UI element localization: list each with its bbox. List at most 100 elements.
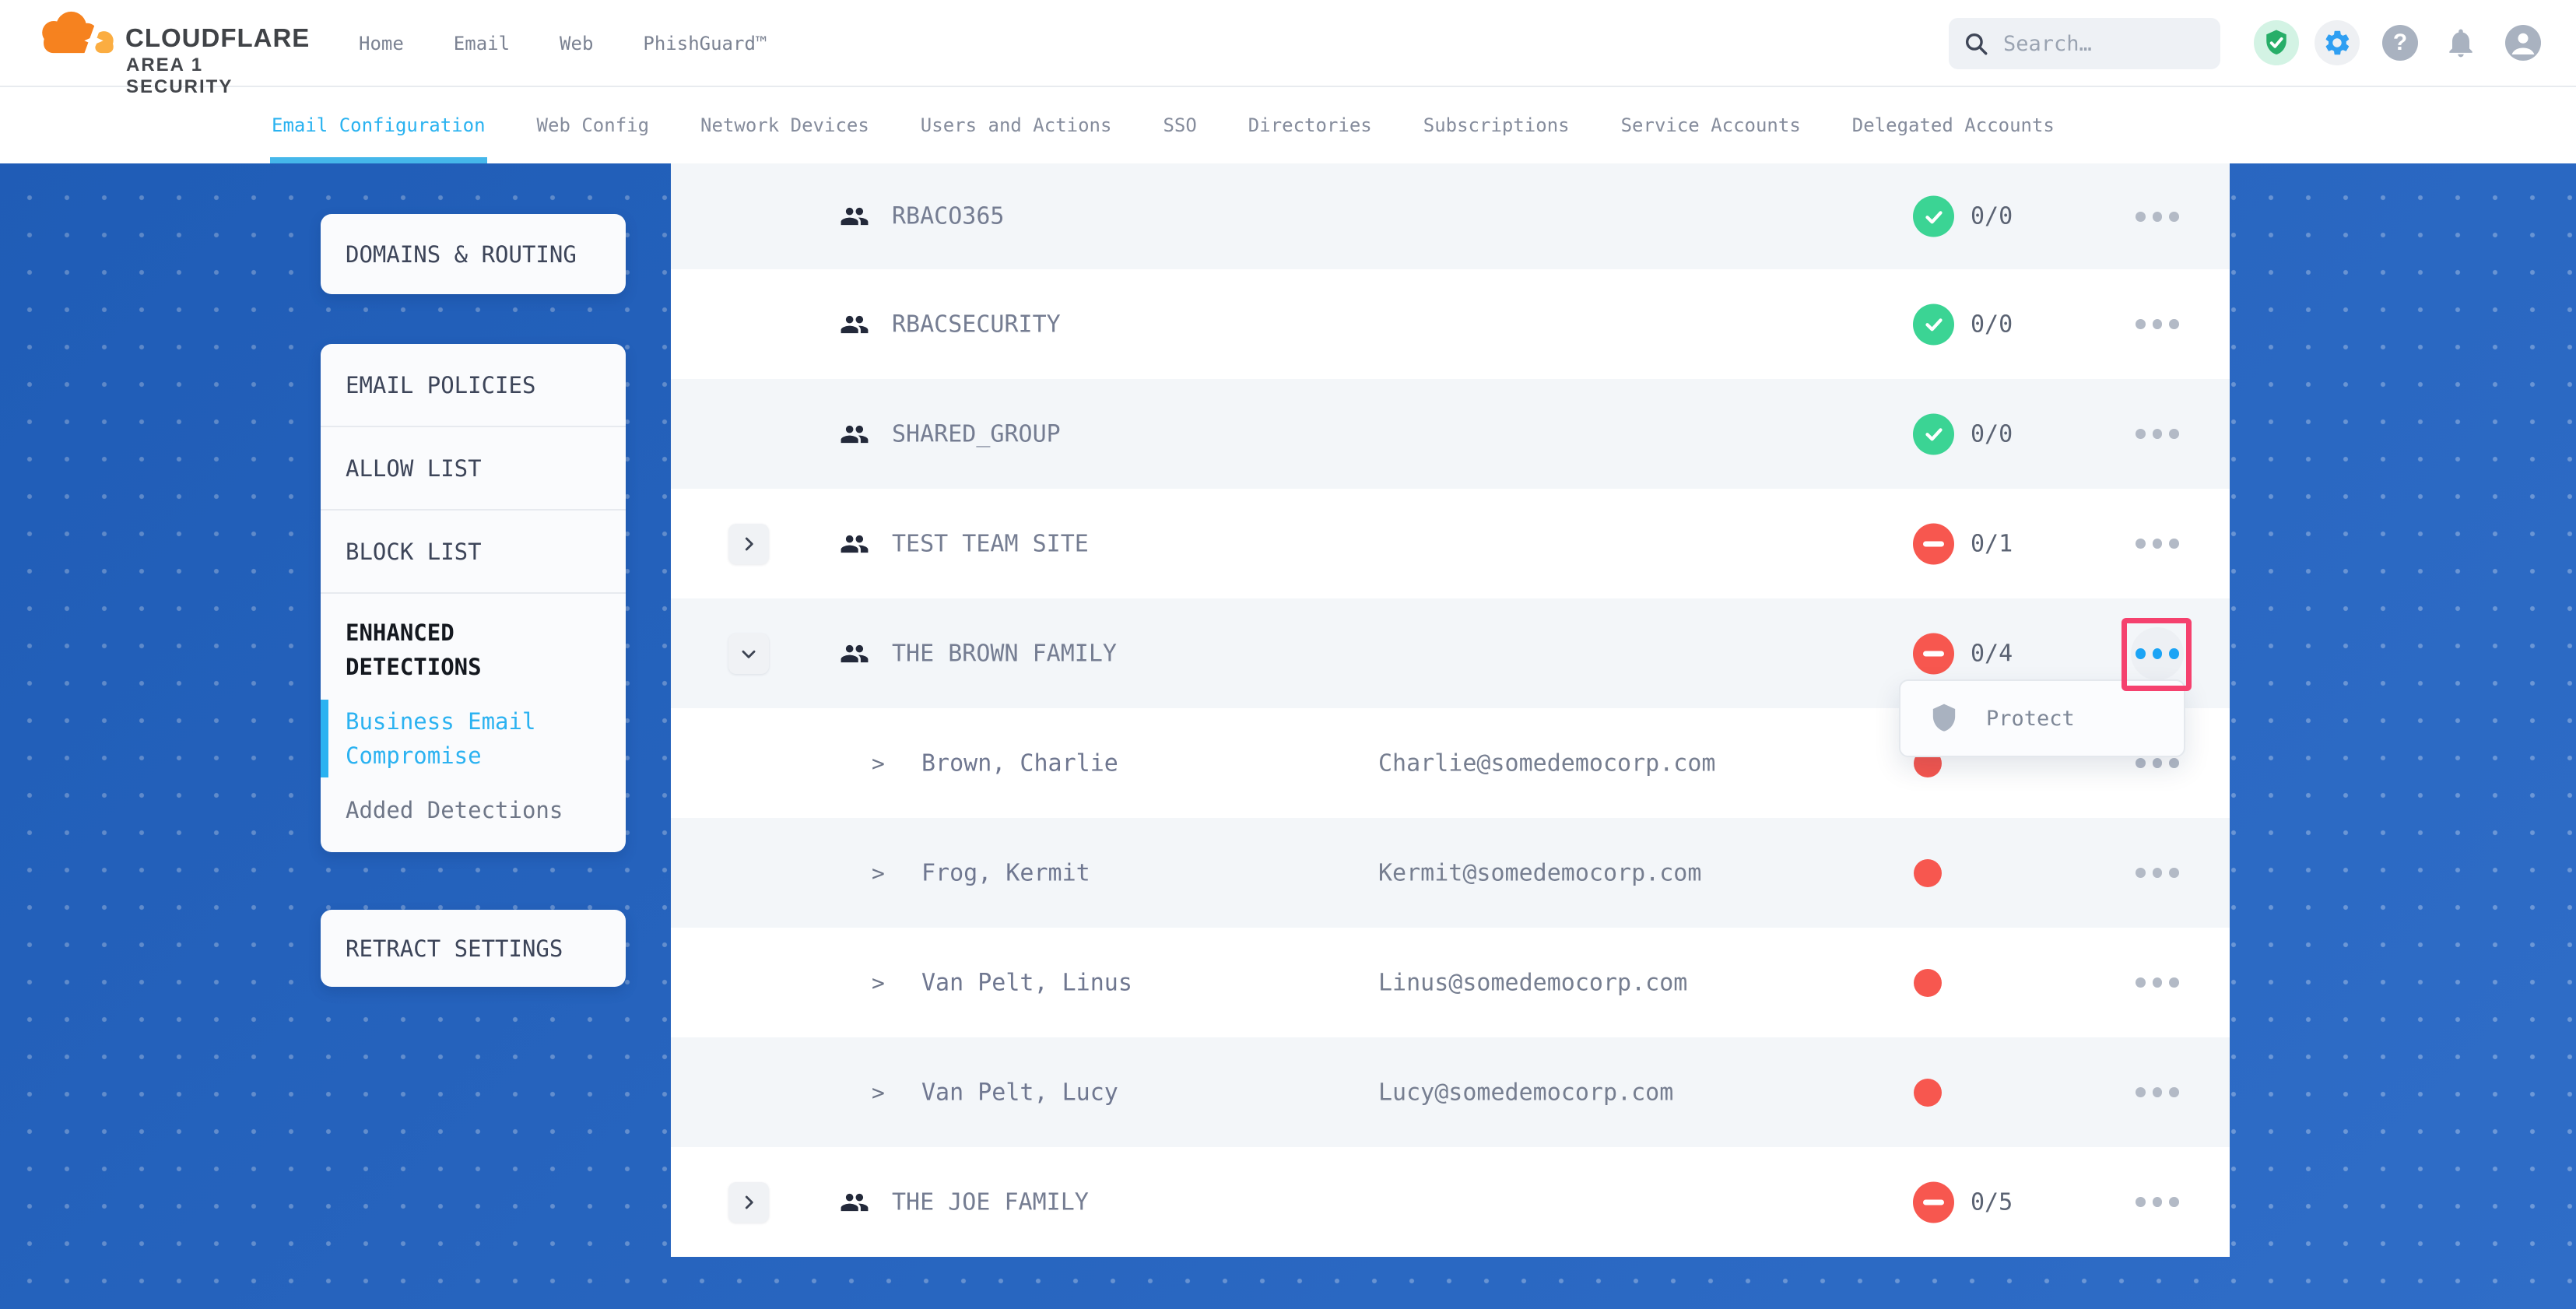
group-icon [837,639,872,669]
nav-item-email[interactable]: Email [454,33,510,54]
tab-network-devices[interactable]: Network Devices [700,87,869,163]
top-header: CLOUDFLARE AREA 1 SECURITY Home Email We… [0,0,2576,87]
cloudflare-logo[interactable]: CLOUDFLARE AREA 1 SECURITY [33,6,314,81]
status-badge-protected [1913,304,1954,345]
bell-icon [2444,26,2478,60]
tab-service-accounts[interactable]: Service Accounts [1621,87,1801,163]
nav-item-web[interactable]: Web [560,33,593,54]
tab-users-and-actions[interactable]: Users and Actions [921,87,1112,163]
area1-security-console: CLOUDFLARE AREA 1 SECURITY Home Email We… [0,0,2576,1309]
content-area: DOMAINS & ROUTING EMAIL POLICIES ALLOW L… [0,163,2576,1309]
table-row-member[interactable]: > Van Pelt, Lucy Lucy@somedemocorp.com [671,1037,2230,1147]
brand-name: CLOUDFLARE [125,23,310,53]
member-email: Linus@somedemocorp.com [1378,969,1687,996]
tab-directories[interactable]: Directories [1248,87,1372,163]
protected-count: 0/5 [1971,1188,2013,1216]
protected-count: 0/0 [1971,420,2013,447]
status-badge-unprotected [1913,523,1954,564]
row-menu-button[interactable] [2131,190,2184,243]
row-menu-button[interactable] [2131,1176,2184,1229]
notifications-button[interactable] [2444,26,2478,60]
table-row-group[interactable]: SHARED_GROUP 0/0 [671,379,2230,489]
group-icon [837,202,872,231]
sidebar-item-domains-routing[interactable]: DOMAINS & ROUTING [321,214,626,294]
sidebar-email-policies-card: EMAIL POLICIES ALLOW LIST BLOCK LIST ENH… [321,344,626,852]
group-name: RBACSECURITY [892,311,1061,338]
table-row-group[interactable]: THE JOE FAMILY 0/5 [671,1147,2230,1257]
group-name: THE JOE FAMILY [892,1188,1089,1216]
row-menu-button[interactable] [2131,956,2184,1009]
table-row-group[interactable]: TEST TEAM SITE 0/1 [671,489,2230,598]
member-name: Frog, Kermit [921,859,1090,886]
nav-item-home[interactable]: Home [359,33,404,54]
row-menu-button[interactable] [2131,847,2184,900]
row-menu-button[interactable] [2131,298,2184,351]
primary-nav: Home Email Web PhishGuard™ [359,0,767,87]
chevron-right-icon [739,1192,759,1212]
expand-group-button[interactable] [728,1182,769,1223]
tab-web-config[interactable]: Web Config [537,87,650,163]
group-name: TEST TEAM SITE [892,530,1089,557]
status-badge-unprotected [1913,633,1954,674]
menu-item-protect[interactable]: Protect [1986,707,2075,731]
row-menu-button[interactable] [2131,1066,2184,1119]
chevron-right-icon [739,534,759,554]
protected-count: 0/4 [1971,640,2013,667]
security-status-button[interactable] [2254,20,2299,65]
cloudflare-cloud-icon [33,9,121,54]
sidebar-item-block-list[interactable]: BLOCK LIST [321,511,626,594]
member-email: Lucy@somedemocorp.com [1378,1079,1673,1106]
group-icon [837,1188,872,1217]
expand-group-button[interactable] [728,524,769,564]
sidebar-item-enhanced-detections[interactable]: ENHANCED DETECTIONS [346,616,601,684]
member-chevron-icon[interactable]: > [872,1079,885,1105]
member-name: Brown, Charlie [921,749,1118,777]
sidebar-item-added-detections[interactable]: Added Detections [346,793,601,827]
sidebar-item-email-policies[interactable]: EMAIL POLICIES [321,344,626,427]
table-row-group[interactable]: RBACSECURITY 0/0 [671,269,2230,379]
table-row-member[interactable]: > Frog, Kermit Kermit@somedemocorp.com [671,818,2230,928]
tab-sso[interactable]: SSO [1163,87,1196,163]
shield-check-icon [2254,20,2299,65]
status-dot-unprotected [1914,859,1942,887]
table-row-group[interactable]: RBACO365 0/0 [671,163,2230,269]
member-email: Kermit@somedemocorp.com [1378,859,1701,886]
help-button[interactable]: ? [2382,25,2418,61]
global-search[interactable] [1949,18,2220,69]
status-dot-unprotected [1914,969,1942,997]
member-email: Charlie@somedemocorp.com [1378,749,1715,777]
search-input[interactable] [2002,31,2188,57]
sidebar-item-allow-list[interactable]: ALLOW LIST [321,427,626,511]
help-icon: ? [2382,25,2418,61]
sidebar-item-retract-settings[interactable]: RETRACT SETTINGS [321,910,626,987]
status-badge-protected [1913,196,1954,237]
protected-count: 0/1 [1971,530,2013,557]
row-menu-button-active[interactable] [2131,627,2184,680]
account-button[interactable] [2505,25,2541,61]
protected-count: 0/0 [1971,311,2013,338]
sidebar-item-business-email-compromise[interactable]: Business Email Compromise [346,704,601,773]
member-chevron-icon[interactable]: > [872,860,885,886]
tab-email-configuration[interactable]: Email Configuration [272,87,486,163]
collapse-group-button[interactable] [728,633,769,674]
row-menu-button[interactable] [2131,518,2184,570]
shield-icon [1928,701,1960,735]
tab-delegated-accounts[interactable]: Delegated Accounts [1852,87,2055,163]
member-chevron-icon[interactable]: > [872,970,885,995]
chevron-down-icon [739,644,759,664]
tab-subscriptions[interactable]: Subscriptions [1423,87,1570,163]
enhanced-detections-section: ENHANCED DETECTIONS Business Email Compr… [321,594,626,827]
status-badge-unprotected [1913,1181,1954,1223]
config-tabs: Email Configuration Web Config Network D… [0,87,2576,163]
user-avatar-icon [2505,25,2541,61]
gear-icon [2315,20,2360,65]
group-icon [837,529,872,559]
status-dot-unprotected [1914,1079,1942,1107]
table-row-member[interactable]: > Van Pelt, Linus Linus@somedemocorp.com [671,928,2230,1037]
settings-button[interactable] [2315,20,2360,65]
group-name: THE BROWN FAMILY [892,640,1117,667]
row-menu-button[interactable] [2131,408,2184,461]
group-name: RBACO365 [892,203,1005,230]
member-chevron-icon[interactable]: > [872,750,885,776]
nav-item-phishguard[interactable]: PhishGuard™ [643,33,767,54]
